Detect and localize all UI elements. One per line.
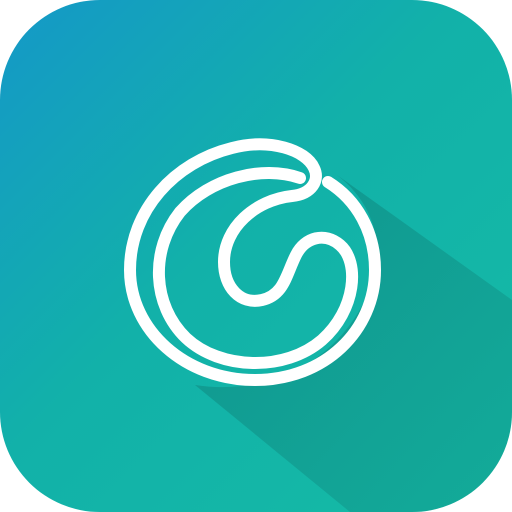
- spiral-app-icon: [0, 0, 512, 512]
- icon-canvas: [0, 0, 512, 512]
